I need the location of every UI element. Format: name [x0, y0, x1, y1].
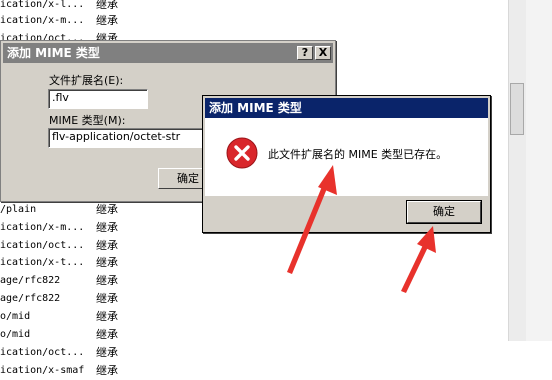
entry-type-cell: 继承 [96, 364, 118, 377]
arrow-to-ok-button [401, 226, 436, 293]
annotation-arrows [287, 165, 436, 293]
mime-type-cell: ication/x-smaf [0, 365, 85, 376]
arrow-to-message [287, 165, 337, 274]
mime-type-cell: ication/oct... [0, 347, 85, 358]
entry-type-cell: 继承 [96, 346, 118, 359]
